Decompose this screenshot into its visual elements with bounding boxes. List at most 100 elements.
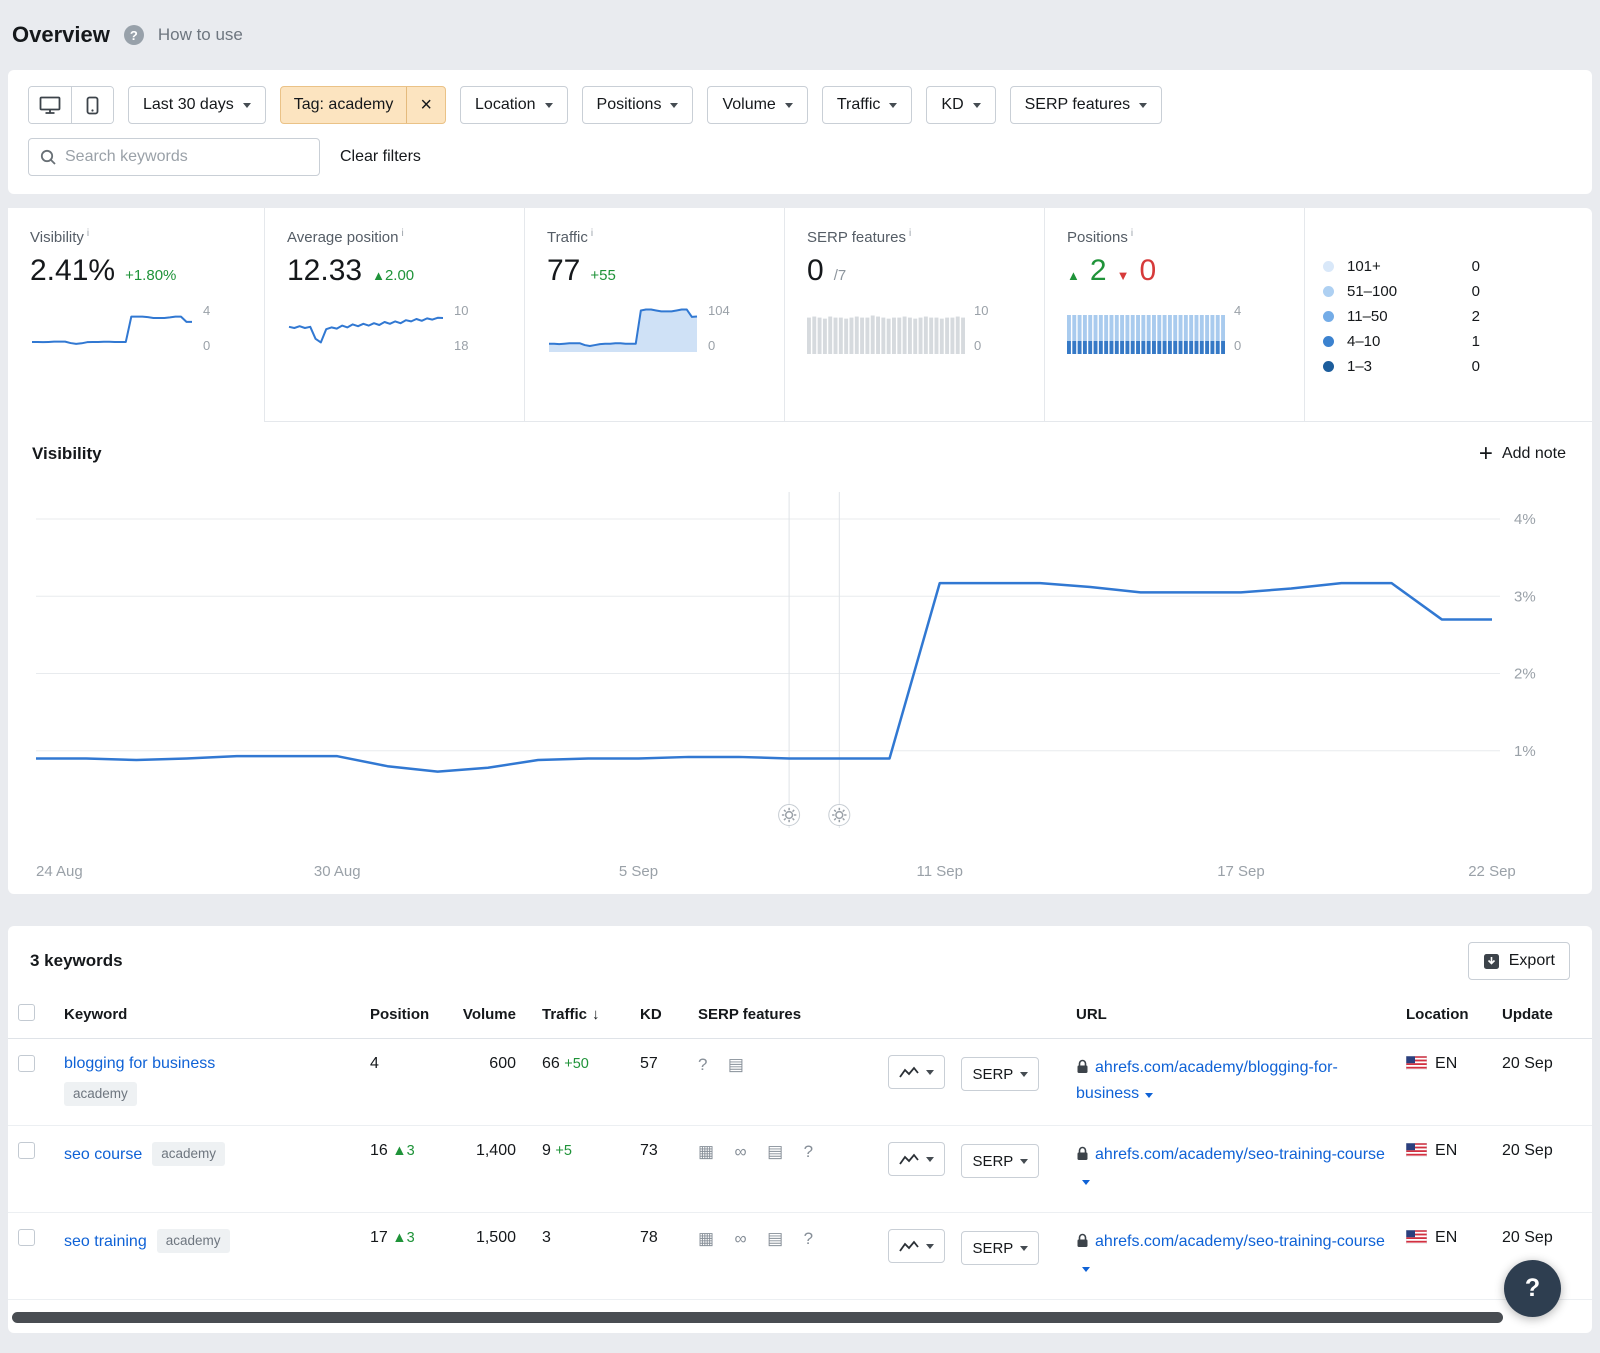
visibility-chart[interactable]: 1%2%3%4%24 Aug30 Aug5 Sep11 Sep17 Sep22 … bbox=[30, 476, 1570, 884]
traffic-value: 3 bbox=[542, 1229, 551, 1246]
chevron-down-icon[interactable] bbox=[1145, 1093, 1153, 1098]
legend-dot bbox=[1323, 286, 1334, 297]
row-checkbox[interactable] bbox=[18, 1055, 35, 1072]
chevron-down-icon bbox=[545, 103, 553, 108]
position-history-icon bbox=[899, 1240, 919, 1253]
horizontal-scrollbar[interactable] bbox=[12, 1312, 1588, 1323]
people-also-ask-icon: ? bbox=[804, 1229, 813, 1249]
chevron-down-icon bbox=[1020, 1159, 1028, 1164]
search-input[interactable] bbox=[65, 148, 309, 166]
note-marker[interactable] bbox=[779, 805, 800, 826]
overview-card: Visibilityi 2.41% +1.80% 4 0 Average pos… bbox=[8, 208, 1592, 894]
positions-legend: 101+0 51–1000 11–502 4–101 1–30 bbox=[1305, 208, 1592, 421]
legend-dot bbox=[1323, 261, 1334, 272]
volume-value: 1,400 bbox=[444, 1126, 532, 1213]
header-location[interactable]: Location bbox=[1396, 994, 1492, 1039]
position-change: 3 bbox=[407, 1143, 415, 1159]
svg-text:5 Sep: 5 Sep bbox=[619, 863, 658, 880]
tab-traffic[interactable]: Traffici 77 +55 104 0 bbox=[525, 208, 785, 421]
up-triangle-icon: ▲ bbox=[372, 268, 385, 283]
date-range-dropdown[interactable]: Last 30 days bbox=[128, 86, 266, 124]
legend-row: 1–30 bbox=[1323, 358, 1480, 375]
scrollbar-thumb[interactable] bbox=[12, 1312, 1503, 1323]
svg-text:1%: 1% bbox=[1514, 743, 1536, 760]
how-to-use-link[interactable]: How to use bbox=[158, 25, 243, 45]
legend-row: 4–101 bbox=[1323, 333, 1480, 350]
traffic-dropdown[interactable]: Traffic bbox=[822, 86, 913, 124]
table-header-row: Keyword Position Volume Traffic↓ KD SERP… bbox=[8, 994, 1592, 1039]
select-all-checkbox[interactable] bbox=[18, 1004, 35, 1021]
position-value: 16 bbox=[370, 1142, 388, 1159]
row-checkbox[interactable] bbox=[18, 1142, 35, 1159]
chevron-down-icon bbox=[670, 103, 678, 108]
tab-average-position[interactable]: Average positioni 12.33 ▲2.00 10 18 bbox=[265, 208, 525, 421]
chevron-down-icon bbox=[926, 1244, 934, 1249]
tag-filter[interactable]: Tag: academy × bbox=[280, 86, 446, 124]
remove-tag-filter-button[interactable]: × bbox=[406, 87, 445, 123]
tab-visibility[interactable]: Visibilityi 2.41% +1.80% 4 0 bbox=[8, 208, 265, 421]
keyword-tag: academy bbox=[157, 1229, 230, 1253]
positions-dropdown[interactable]: Positions bbox=[582, 86, 694, 124]
header-update[interactable]: Update bbox=[1492, 994, 1592, 1039]
keyword-link[interactable]: seo course bbox=[64, 1146, 142, 1163]
help-icon[interactable]: ? bbox=[124, 25, 144, 45]
keyword-link[interactable]: seo training bbox=[64, 1233, 147, 1250]
add-note-label: Add note bbox=[1502, 445, 1566, 463]
tag-filter-label: Tag: academy bbox=[281, 96, 407, 114]
svg-text:3%: 3% bbox=[1514, 588, 1536, 605]
chevron-down-icon bbox=[1139, 103, 1147, 108]
header-url[interactable]: URL bbox=[1066, 994, 1396, 1039]
svg-text:4%: 4% bbox=[1514, 511, 1536, 528]
mobile-toggle-button[interactable] bbox=[71, 87, 113, 123]
legend-count: 1 bbox=[1472, 333, 1480, 350]
header-keyword[interactable]: Keyword bbox=[54, 994, 360, 1039]
header-traffic[interactable]: Traffic↓ bbox=[532, 994, 630, 1039]
position-history-button[interactable] bbox=[888, 1142, 945, 1176]
header-serp-features[interactable]: SERP features bbox=[688, 994, 1066, 1039]
position-history-button[interactable] bbox=[888, 1055, 945, 1089]
traffic-sparkline bbox=[547, 302, 699, 354]
position-history-icon bbox=[899, 1066, 919, 1079]
axis-top-label: 4 bbox=[1234, 303, 1241, 318]
image-pack-icon: ▦ bbox=[698, 1229, 714, 1249]
kd-dropdown[interactable]: KD bbox=[926, 86, 995, 124]
note-marker[interactable] bbox=[829, 805, 850, 826]
legend-dot bbox=[1323, 361, 1334, 372]
svg-text:11 Sep: 11 Sep bbox=[917, 863, 963, 880]
sitelinks-icon: ▤ bbox=[767, 1229, 783, 1249]
url-link[interactable]: ahrefs.com/academy/seo-training-course bbox=[1095, 1233, 1385, 1250]
tab-positions[interactable]: Positionsi ▲ 2 ▼ 0 4 0 bbox=[1045, 208, 1305, 421]
desktop-toggle-button[interactable] bbox=[29, 87, 71, 123]
chevron-down-icon[interactable] bbox=[1082, 1180, 1090, 1185]
serp-features-dropdown[interactable]: SERP features bbox=[1010, 86, 1163, 124]
url-link[interactable]: ahrefs.com/academy/blogging-for-business bbox=[1076, 1059, 1338, 1102]
keyword-tag: academy bbox=[64, 1082, 137, 1106]
chevron-down-icon[interactable] bbox=[1082, 1267, 1090, 1272]
help-fab-button[interactable]: ? bbox=[1504, 1260, 1561, 1317]
tab-serp-features[interactable]: SERP featuresi 0 /7 10 0 bbox=[785, 208, 1045, 421]
average-position-sparkline bbox=[287, 302, 445, 354]
position-history-button[interactable] bbox=[888, 1229, 945, 1263]
location-dropdown[interactable]: Location bbox=[460, 86, 568, 124]
serp-dropdown-button[interactable]: SERP bbox=[961, 1057, 1039, 1091]
row-checkbox[interactable] bbox=[18, 1229, 35, 1246]
svg-text:30 Aug: 30 Aug bbox=[314, 863, 361, 880]
legend-label: 101+ bbox=[1347, 258, 1381, 275]
info-icon: i bbox=[87, 228, 89, 239]
clear-filters-button[interactable]: Clear filters bbox=[340, 148, 421, 166]
header-volume[interactable]: Volume bbox=[444, 994, 532, 1039]
search-icon bbox=[39, 148, 57, 166]
keywords-table-card: 3 keywords Export Keyword Position Volum… bbox=[8, 926, 1592, 1333]
keyword-link[interactable]: blogging for business bbox=[64, 1055, 215, 1072]
serp-dropdown-button[interactable]: SERP bbox=[961, 1231, 1039, 1265]
volume-dropdown[interactable]: Volume bbox=[707, 86, 807, 124]
header-position[interactable]: Position bbox=[360, 994, 444, 1039]
traffic-value: 9 bbox=[542, 1142, 551, 1159]
export-button[interactable]: Export bbox=[1468, 942, 1570, 980]
add-note-button[interactable]: + Add note bbox=[1479, 442, 1566, 466]
serp-button-label: SERP bbox=[972, 1153, 1013, 1170]
serp-dropdown-button[interactable]: SERP bbox=[961, 1144, 1039, 1178]
url-link[interactable]: ahrefs.com/academy/seo-training-course bbox=[1095, 1146, 1385, 1163]
header-kd[interactable]: KD bbox=[630, 994, 688, 1039]
traffic-change: +5 bbox=[555, 1143, 572, 1159]
